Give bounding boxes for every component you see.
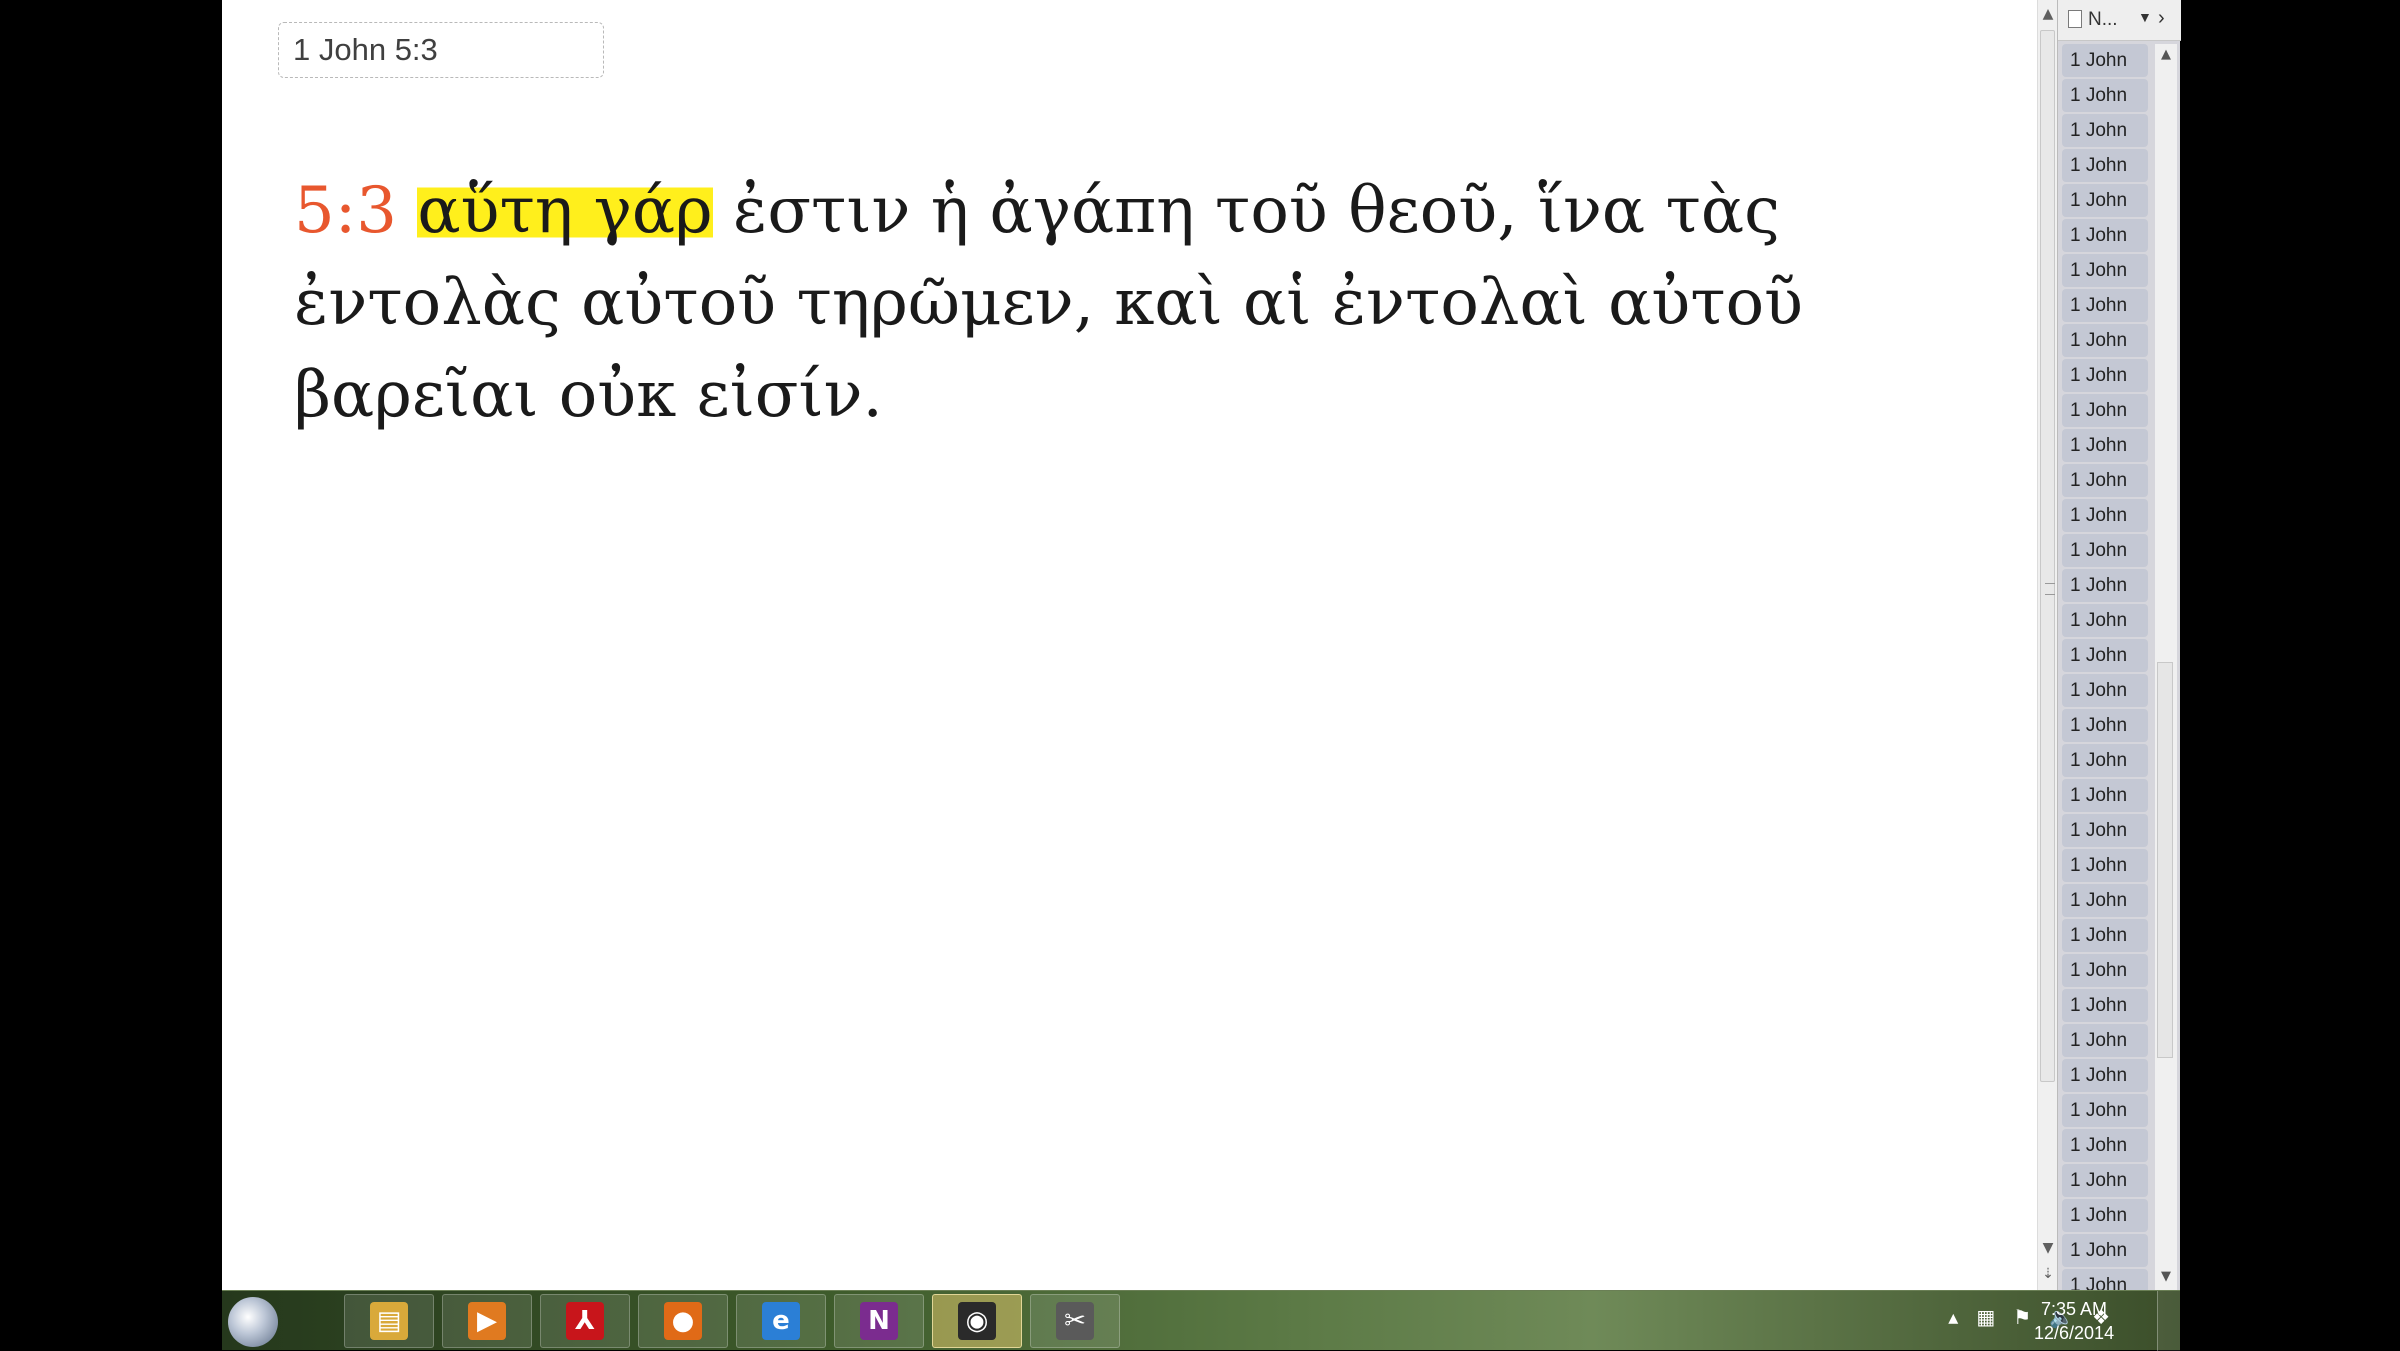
show-desktop-button[interactable] bbox=[2157, 1291, 2180, 1351]
scroll-thumb[interactable] bbox=[2040, 30, 2055, 1082]
page-tab[interactable]: 1 John bbox=[2062, 534, 2148, 567]
screen-recorder-icon: ◉ bbox=[958, 1302, 996, 1340]
page-tab[interactable]: 1 John bbox=[2062, 604, 2148, 637]
onenote-icon: N bbox=[860, 1302, 898, 1340]
scroll-end-icon[interactable]: ⇣ bbox=[2038, 1262, 2058, 1286]
page-tab[interactable]: 1 John bbox=[2062, 44, 2148, 77]
note-page[interactable]: 1 John 5:3 5:3 αὕτη γάρ ἐστιν ἡ ἀγάπη το… bbox=[222, 0, 2037, 1290]
internet-explorer-icon: e bbox=[762, 1302, 800, 1340]
taskbar-app-button[interactable]: ▶ bbox=[442, 1294, 532, 1348]
taskbar-app-button[interactable]: ⅄ bbox=[540, 1294, 630, 1348]
action-center-flag-icon[interactable]: ⚑ bbox=[2013, 1305, 2031, 1329]
page-tab[interactable]: 1 John bbox=[2062, 709, 2148, 742]
page-tab[interactable]: 1 John bbox=[2062, 219, 2148, 252]
page-tab[interactable]: 1 John bbox=[2062, 1024, 2148, 1057]
page-tab[interactable]: 1 John bbox=[2062, 569, 2148, 602]
taskbar-app-button[interactable]: e bbox=[736, 1294, 826, 1348]
page-tab[interactable]: 1 John bbox=[2062, 674, 2148, 707]
page-tab[interactable]: 1 John bbox=[2062, 884, 2148, 917]
media-player-icon: ▶ bbox=[468, 1302, 506, 1340]
page-tab[interactable]: 1 John bbox=[2062, 324, 2148, 357]
tabs-scroll-down-icon[interactable]: ▼ bbox=[2155, 1266, 2177, 1288]
page-tab[interactable]: 1 John bbox=[2062, 1234, 2148, 1267]
verse-reference: 5:3 bbox=[294, 174, 397, 248]
page-tab[interactable]: 1 John bbox=[2062, 464, 2148, 497]
new-page-label: N... bbox=[2088, 9, 2118, 30]
scroll-up-arrow-icon[interactable]: ▲ bbox=[2038, 2, 2058, 26]
file-explorer-icon: ▤ bbox=[370, 1302, 408, 1340]
page-tab[interactable]: 1 John bbox=[2062, 184, 2148, 217]
page-tab[interactable]: 1 John bbox=[2062, 639, 2148, 672]
page-tab[interactable]: 1 John bbox=[2062, 744, 2148, 777]
page-tab[interactable]: 1 John bbox=[2062, 499, 2148, 532]
network-icon[interactable]: ▦ bbox=[1976, 1305, 1995, 1329]
page-tab[interactable]: 1 John bbox=[2062, 79, 2148, 112]
page-list: 1 John 1 John 1 John 1 John 1 John 1 John 1 Jo… bbox=[2062, 44, 2148, 1339]
page-tab[interactable]: 1 John bbox=[2062, 1129, 2148, 1162]
clock-time: 7:35 AM bbox=[2040, 1299, 2108, 1319]
clock[interactable]: 7:35 AM 12/6/2014 bbox=[2034, 1297, 2114, 1345]
grip-icon bbox=[2045, 583, 2055, 595]
page-tab[interactable]: 1 John bbox=[2062, 289, 2148, 322]
page-tab[interactable]: 1 John bbox=[2062, 1094, 2148, 1127]
page-tab[interactable]: 1 John bbox=[2062, 1164, 2148, 1197]
page-tabs-pane: N... ▼ › 1 John 1 John 1 John 1 John 1 John 1… bbox=[2057, 0, 2181, 1337]
pdf-reader-icon: ⅄ bbox=[566, 1302, 604, 1340]
verse-text[interactable]: 5:3 αὕτη γάρ ἐστιν ἡ ἀγάπη τοῦ θεοῦ, ἵνα… bbox=[294, 165, 1974, 441]
taskbar-app-button[interactable]: N bbox=[834, 1294, 924, 1348]
dropdown-arrow-icon[interactable]: ▼ bbox=[2138, 9, 2152, 25]
page-tab[interactable]: 1 John bbox=[2062, 779, 2148, 812]
snipping-tool-icon: ✂ bbox=[1056, 1302, 1094, 1340]
page-vertical-scrollbar[interactable]: ▲ ▼ ⇣ bbox=[2037, 0, 2057, 1290]
page-tab[interactable]: 1 John bbox=[2062, 114, 2148, 147]
page-tab[interactable]: 1 John bbox=[2062, 394, 2148, 427]
page-tab[interactable]: 1 John bbox=[2062, 919, 2148, 952]
scroll-down-arrow-icon[interactable]: ▼ bbox=[2038, 1236, 2058, 1260]
page-tabs-scrollbar[interactable]: ▲ ▼ bbox=[2155, 44, 2177, 1290]
chevron-right-icon[interactable]: › bbox=[2158, 7, 2165, 30]
page-tab[interactable]: 1 John bbox=[2062, 254, 2148, 287]
taskbar-app-button[interactable]: ✂ bbox=[1030, 1294, 1120, 1348]
new-page-button[interactable]: N... ▼ › bbox=[2058, 0, 2181, 41]
highlighted-text: αὕτη γάρ bbox=[417, 174, 713, 248]
new-page-icon bbox=[2068, 10, 2082, 28]
taskbar: ▤ ▶ ⅄ ● e N ◉ ✂ ▴ ▦ ⚑ 🔈 ❖ 7:35 AM 12/6/2014 bbox=[222, 1290, 2180, 1351]
firefox-icon: ● bbox=[664, 1302, 702, 1340]
page-title[interactable]: 1 John 5:3 bbox=[278, 22, 604, 78]
page-tab[interactable]: 1 John bbox=[2062, 1199, 2148, 1232]
start-button[interactable] bbox=[228, 1297, 278, 1347]
page-tab[interactable]: 1 John bbox=[2062, 149, 2148, 182]
show-hidden-icons-icon[interactable]: ▴ bbox=[1948, 1305, 1958, 1329]
page-tab[interactable]: 1 John bbox=[2062, 429, 2148, 462]
page-tab[interactable]: 1 John bbox=[2062, 814, 2148, 847]
clock-date: 12/6/2014 bbox=[2034, 1323, 2115, 1343]
page-tab[interactable]: 1 John bbox=[2062, 989, 2148, 1022]
taskbar-app-button[interactable]: ◉ bbox=[932, 1294, 1022, 1348]
page-tab[interactable]: 1 John bbox=[2062, 849, 2148, 882]
taskbar-app-button[interactable]: ● bbox=[638, 1294, 728, 1348]
tabs-scroll-up-icon[interactable]: ▲ bbox=[2155, 44, 2177, 66]
tabs-scroll-thumb[interactable] bbox=[2157, 662, 2173, 1058]
page-tab[interactable]: 1 John bbox=[2062, 954, 2148, 987]
page-tab[interactable]: 1 John bbox=[2062, 359, 2148, 392]
page-tab[interactable]: 1 John bbox=[2062, 1059, 2148, 1092]
taskbar-app-button[interactable]: ▤ bbox=[344, 1294, 434, 1348]
